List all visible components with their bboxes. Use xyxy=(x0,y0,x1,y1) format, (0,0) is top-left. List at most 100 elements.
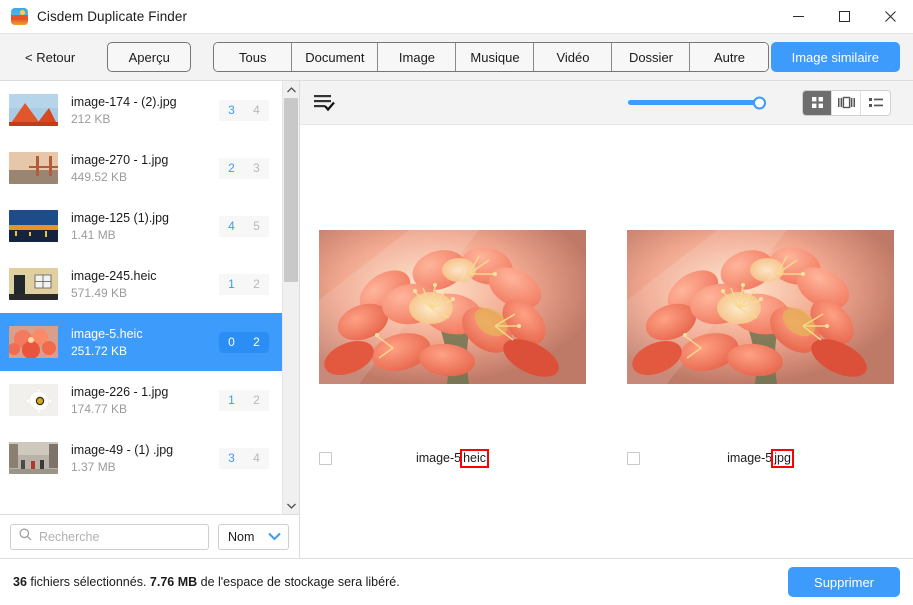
similar-image-button[interactable]: Image similaire xyxy=(770,42,900,72)
duplicate-count-badge: 2 xyxy=(219,157,244,179)
title-bar: Cisdem Duplicate Finder xyxy=(0,0,913,33)
file-info: image-49 - (1) .jpg 1.37 MB xyxy=(71,442,219,475)
close-icon[interactable] xyxy=(867,0,913,33)
search-box[interactable] xyxy=(10,523,209,550)
file-thumbnail xyxy=(9,384,58,416)
card-photo[interactable] xyxy=(319,230,586,384)
main-body: image-174 - (2).jpg 212 KB 3 4 image-270 - 1… xyxy=(0,81,913,558)
file-size: 174.77 KB xyxy=(71,401,128,416)
filter-tab-document[interactable]: Document xyxy=(292,43,379,71)
file-count-badges: 23 xyxy=(219,157,269,179)
file-thumbnail xyxy=(9,268,58,300)
file-size: 571.49 KB xyxy=(71,285,128,300)
duplicate-count-badge: 1 xyxy=(219,273,244,295)
card-filename-base: image-5 xyxy=(727,450,773,465)
app-logo-icon xyxy=(11,8,28,25)
file-list-item[interactable]: image-49 - (1) .jpg 1.37 MB 3 4 xyxy=(0,429,282,487)
sidebar: image-174 - (2).jpg 212 KB 3 4 image-270 - 1… xyxy=(0,81,300,558)
filter-tab-all[interactable]: Tous xyxy=(214,43,293,71)
card-filename-base: image-5 xyxy=(415,450,462,465)
sidebar-footer: Nom xyxy=(0,514,299,558)
search-input[interactable] xyxy=(39,529,200,544)
duplicate-count-badge: 0 xyxy=(228,335,235,349)
file-list-item[interactable]: image-125 (1).jpg 1.41 MB 4 5 xyxy=(0,197,282,255)
duplicate-count-badge: 3 xyxy=(219,99,244,121)
delete-button[interactable]: Supprimer xyxy=(788,567,900,597)
file-count-badges: 12 xyxy=(219,389,269,411)
maximize-icon[interactable] xyxy=(821,0,867,33)
card-filename: image-5 heic xyxy=(319,448,586,468)
window-title: Cisdem Duplicate Finder xyxy=(37,9,188,24)
file-list-item[interactable]: image-174 - (2).jpg 212 KB 3 4 xyxy=(0,81,282,139)
list-icon[interactable] xyxy=(861,90,890,115)
preview-button[interactable]: Aperçu xyxy=(107,42,192,72)
content-pane: image-5 heic image-5 jpg xyxy=(300,81,913,558)
minimize-icon[interactable] xyxy=(775,0,821,33)
file-size: 251.72 KB xyxy=(71,343,128,358)
file-thumbnail xyxy=(9,94,58,126)
card-photo[interactable] xyxy=(627,230,894,384)
back-button[interactable]: < Retour xyxy=(13,42,85,72)
chevron-down-icon xyxy=(268,530,281,544)
zoom-slider[interactable] xyxy=(628,96,766,109)
file-list: image-174 - (2).jpg 212 KB 3 4 image-270 - 1… xyxy=(0,81,282,514)
duplicate-card: image-5 heic xyxy=(319,230,586,468)
grid-icon[interactable] xyxy=(803,90,832,115)
file-size: 1.41 MB xyxy=(71,227,116,242)
total-count-badge: 2 xyxy=(244,273,269,295)
file-info: image-245.heic 571.49 KB xyxy=(71,268,219,301)
file-list-item[interactable]: image-5.heic 251.72 KB 0 2 xyxy=(0,313,282,371)
zoom-slider-handle[interactable] xyxy=(753,96,766,109)
file-count-badges: 45 xyxy=(219,215,269,237)
file-count-badges: 34 xyxy=(219,447,269,469)
file-size: 449.52 KB xyxy=(71,169,128,184)
filter-tab-video[interactable]: Vidéo xyxy=(534,43,613,71)
chevron-up-icon[interactable] xyxy=(283,81,299,98)
chevron-down-icon[interactable] xyxy=(283,497,299,514)
file-name: image-226 - 1.jpg xyxy=(71,384,169,399)
selected-count: 36 xyxy=(13,575,27,589)
card-filename: image-5 jpg xyxy=(627,448,894,468)
scroll-thumb[interactable] xyxy=(284,98,298,282)
filter-tab-folder[interactable]: Dossier xyxy=(612,43,691,71)
duplicate-card: image-5 jpg xyxy=(627,230,894,468)
sort-select[interactable]: Nom xyxy=(218,523,289,550)
file-count-badges: 02 xyxy=(219,331,269,353)
total-count-badge: 3 xyxy=(244,157,269,179)
file-list-wrapper: image-174 - (2).jpg 212 KB 3 4 image-270 - 1… xyxy=(0,81,299,514)
file-thumbnail xyxy=(9,210,58,242)
file-size: 212 KB xyxy=(71,111,111,126)
card-label-row: image-5 heic xyxy=(319,448,586,468)
file-info: image-125 (1).jpg 1.41 MB xyxy=(71,210,219,243)
duplicate-count-badge: 1 xyxy=(219,389,244,411)
freed-size: 7.76 MB xyxy=(149,575,198,589)
window-controls xyxy=(775,0,913,33)
view-mode-toggle xyxy=(802,89,891,116)
file-name: image-5.heic xyxy=(71,326,143,341)
duplicate-count-badge: 3 xyxy=(219,447,244,469)
file-size: 1.37 MB xyxy=(71,459,116,474)
duplicate-pair-row: image-5 heic image-5 jpg xyxy=(300,125,913,558)
duplicate-count-badge: 4 xyxy=(219,215,244,237)
application-window: Cisdem Duplicate Finder < Retour Aperçu … xyxy=(0,0,913,605)
card-filename-extension: heic xyxy=(460,448,490,468)
file-thumbnail xyxy=(9,442,58,474)
filter-tab-other[interactable]: Autre xyxy=(690,43,769,71)
select-all-list-icon[interactable] xyxy=(314,94,336,112)
file-list-item[interactable]: image-270 - 1.jpg 449.52 KB 2 3 xyxy=(0,139,282,197)
file-name: image-125 (1).jpg xyxy=(71,210,169,225)
file-list-item[interactable]: image-245.heic 571.49 KB 1 2 xyxy=(0,255,282,313)
file-thumbnail xyxy=(9,152,58,184)
main-toolbar: < Retour Aperçu Tous Document Image Musi… xyxy=(0,33,913,81)
carousel-icon[interactable] xyxy=(832,90,861,115)
filter-tab-image[interactable]: Image xyxy=(378,43,457,71)
filter-tab-music[interactable]: Musique xyxy=(456,43,535,71)
sidebar-scrollbar[interactable] xyxy=(282,81,299,514)
sort-select-value: Nom xyxy=(228,529,255,544)
card-label-row: image-5 jpg xyxy=(627,448,894,468)
selection-text-1: fichiers sélectionnés. xyxy=(30,575,147,589)
scroll-track[interactable] xyxy=(283,98,299,497)
file-name: image-174 - (2).jpg xyxy=(71,94,177,109)
file-count-badges: 12 xyxy=(219,273,269,295)
file-list-item[interactable]: image-226 - 1.jpg 174.77 KB 1 2 xyxy=(0,371,282,429)
